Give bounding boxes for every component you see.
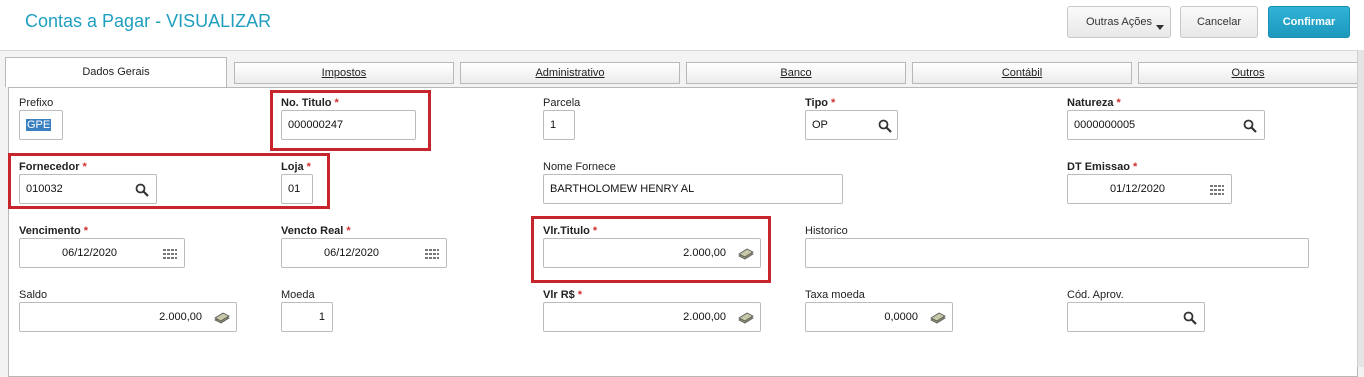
natureza-field[interactable]: 0000000005 (1067, 110, 1265, 140)
outras-acoes-label: Outras Ações (1085, 16, 1153, 28)
moeda-label: Moeda (281, 289, 315, 301)
tipo-label: Tipo * (805, 97, 835, 109)
nome-fornece-value: BARTHOLOMEW HENRY AL (550, 183, 695, 195)
cod-aprov-field[interactable] (1067, 302, 1205, 332)
tab-label: Banco (780, 67, 812, 79)
tab-label: Impostos (321, 67, 367, 79)
taxa-moeda-value: 0,0000 (884, 311, 918, 323)
saldo-value: 2.000,00 (159, 311, 202, 323)
vencto-real-field[interactable]: 06/12/2020 (281, 238, 447, 268)
moeda-field[interactable]: 1 (281, 302, 333, 332)
nome-fornece-label: Nome Fornece (543, 161, 616, 173)
historico-field[interactable] (805, 238, 1309, 268)
natureza-label: Natureza * (1067, 97, 1121, 109)
vlr-rs-value: 2.000,00 (683, 311, 726, 323)
saldo-field[interactable]: 2.000,00 (19, 302, 237, 332)
page-title: Contas a Pagar - VISUALIZAR (25, 11, 272, 31)
tab-label: Outros (1231, 67, 1265, 79)
caret-down-icon (1156, 25, 1164, 30)
calendar-icon[interactable] (424, 246, 440, 262)
money-icon[interactable] (214, 310, 230, 326)
tab-banco[interactable]: Banco (686, 62, 906, 84)
prefixo-field[interactable]: GPE (19, 110, 63, 140)
vlr-rs-field[interactable]: 2.000,00 (543, 302, 761, 332)
vencimento-label: Vencimento * (19, 225, 88, 237)
search-icon[interactable] (1182, 310, 1198, 326)
parcela-value: 1 (550, 119, 557, 131)
vlr-rs-label: Vlr R$ * (543, 289, 582, 301)
vencimento-field[interactable]: 06/12/2020 (19, 238, 185, 268)
calendar-icon[interactable] (162, 246, 178, 262)
taxa-moeda-field[interactable]: 0,0000 (805, 302, 953, 332)
tab-impostos[interactable]: Impostos (234, 62, 454, 84)
highlight-box-no-titulo (270, 90, 431, 151)
dt-emissao-value: 01/12/2020 (1110, 183, 1166, 195)
saldo-label: Saldo (19, 289, 48, 301)
tab-dados-gerais[interactable]: Dados Gerais (5, 57, 227, 87)
vencto-real-label: Vencto Real * (281, 225, 351, 237)
tab-label: Contábil (1001, 67, 1043, 79)
tab-label: Administrativo (535, 67, 605, 79)
vlr-rs-label-text: Vlr R$ (543, 289, 575, 301)
moeda-value: 1 (318, 311, 325, 323)
tipo-label-text: Tipo (805, 97, 829, 109)
prefixo-label: Prefixo (19, 97, 54, 109)
vencto-real-value: 06/12/2020 (324, 247, 380, 259)
required-mark: * (1116, 97, 1121, 109)
required-mark: * (831, 97, 836, 109)
tab-outros[interactable]: Outros (1138, 62, 1358, 84)
prefixo-value: GPE (26, 119, 52, 131)
cancel-button[interactable]: Cancelar (1180, 6, 1258, 38)
historico-label: Historico (805, 225, 848, 237)
search-icon[interactable] (877, 118, 893, 134)
required-mark: * (83, 225, 89, 237)
tab-contabil[interactable]: Contábil (912, 62, 1132, 84)
tab-bar: Dados Gerais Impostos Administrativo Ban… (0, 57, 1364, 87)
tab-label: Dados Gerais (82, 66, 150, 78)
dt-emissao-label-text: DT Emissao (1067, 161, 1130, 173)
highlight-box-fornecedor-loja (8, 153, 330, 209)
required-mark: * (346, 225, 351, 237)
natureza-label-text: Natureza (1067, 97, 1114, 109)
header-bar: Contas a Pagar - VISUALIZAR Outras Ações… (0, 0, 1364, 51)
money-icon[interactable] (930, 310, 946, 326)
vencimento-value: 06/12/2020 (62, 247, 118, 259)
vencimento-label-text: Vencimento (19, 225, 81, 237)
dt-emissao-label: DT Emissao * (1067, 161, 1137, 173)
nome-fornece-field[interactable]: BARTHOLOMEW HENRY AL (543, 174, 843, 204)
tipo-value: OP (812, 119, 828, 131)
dt-emissao-field[interactable]: 01/12/2020 (1067, 174, 1232, 204)
natureza-value: 0000000005 (1074, 119, 1136, 131)
parcela-label: Parcela (543, 97, 581, 109)
tipo-field[interactable]: OP (805, 110, 898, 140)
vertical-scrollbar[interactable] (1357, 50, 1364, 367)
required-mark: * (577, 289, 583, 301)
calendar-icon[interactable] (1209, 182, 1225, 198)
taxa-moeda-label: Taxa moeda (805, 289, 865, 301)
cod-aprov-label: Cód. Aprov. (1067, 289, 1124, 301)
tab-administrativo[interactable]: Administrativo (460, 62, 680, 84)
search-icon[interactable] (1242, 118, 1258, 134)
confirm-button[interactable]: Confirmar (1268, 6, 1350, 38)
outras-acoes-button[interactable]: Outras Ações (1067, 6, 1171, 38)
parcela-field[interactable]: 1 (543, 110, 575, 140)
highlight-box-vlr-titulo (531, 216, 771, 283)
money-icon[interactable] (738, 310, 754, 326)
vencto-real-label-text: Vencto Real (281, 225, 344, 237)
required-mark: * (1132, 161, 1138, 173)
